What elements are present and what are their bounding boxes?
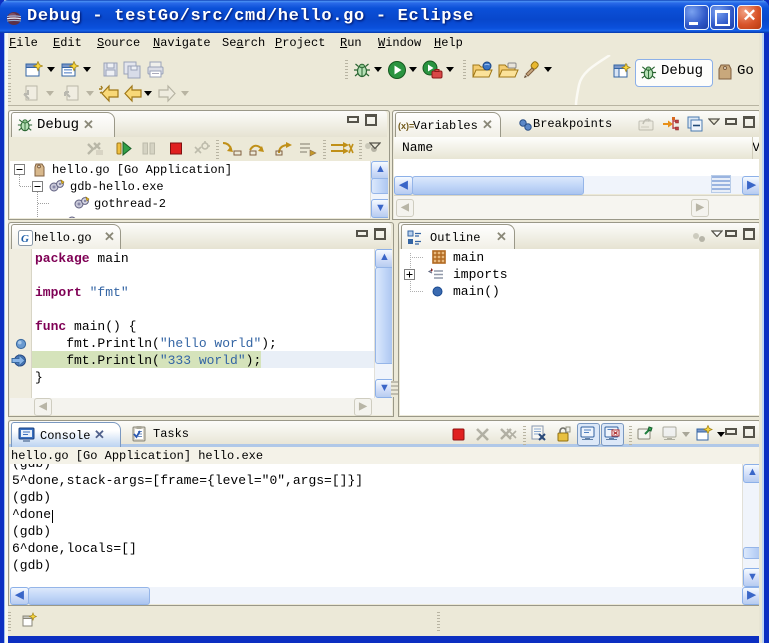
svg-text:(x)=: (x)= <box>398 121 414 131</box>
svg-text:G: G <box>21 233 29 245</box>
